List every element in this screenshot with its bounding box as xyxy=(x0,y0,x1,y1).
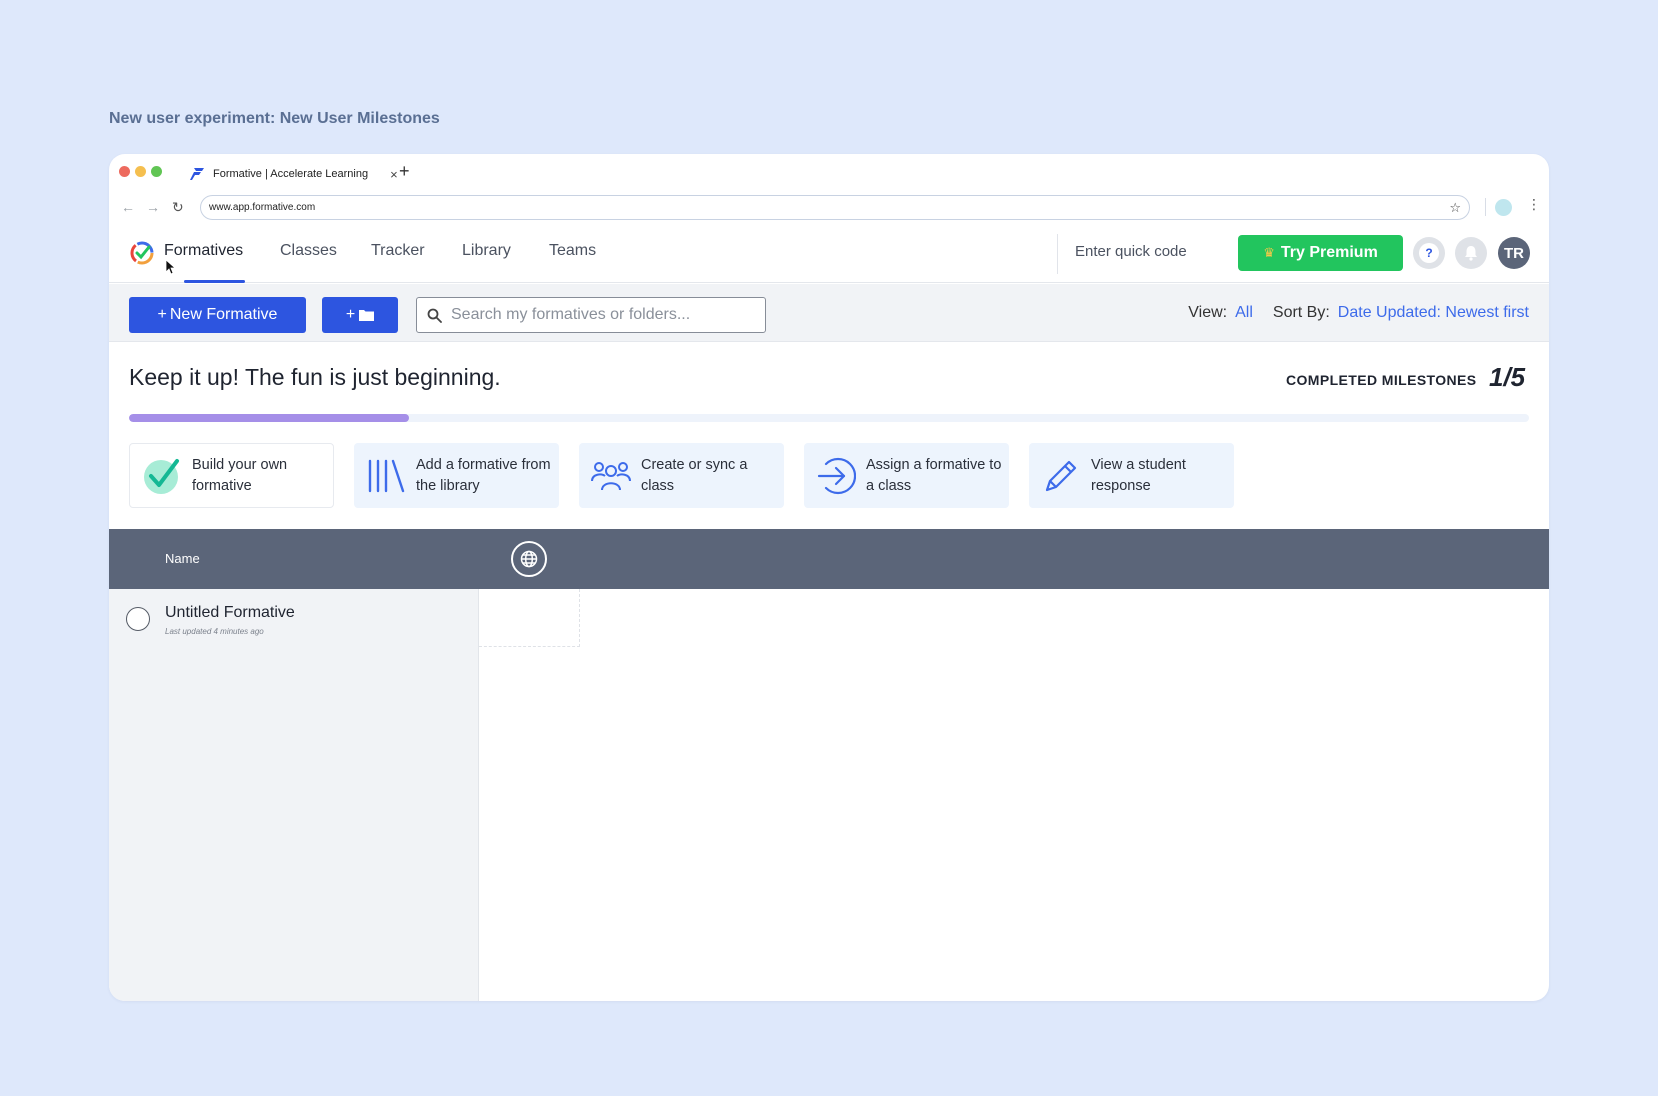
nav-teams[interactable]: Teams xyxy=(549,242,596,260)
users-icon xyxy=(591,456,631,496)
assign-arrow-icon xyxy=(816,456,856,496)
browser-profile-icon[interactable] xyxy=(1495,199,1512,216)
try-premium-button[interactable]: ♛ Try Premium xyxy=(1238,235,1403,271)
new-tab-button[interactable]: + xyxy=(399,161,410,182)
sort-order-link[interactable]: Date Updated: Newest first xyxy=(1338,304,1529,322)
new-formative-button[interactable]: + New Formative xyxy=(129,297,306,333)
close-window-button[interactable] xyxy=(119,166,130,177)
milestone-view-response[interactable]: View a student response xyxy=(1029,443,1234,508)
nav-tracker[interactable]: Tracker xyxy=(371,242,425,260)
url-text: www.app.formative.com xyxy=(209,202,316,213)
milestone-label: Create or sync a class xyxy=(641,456,748,494)
milestones-progress-bar xyxy=(129,414,1529,422)
nav-divider xyxy=(1057,234,1058,274)
milestones-title: Keep it up! The fun is just beginning. xyxy=(129,364,501,390)
library-icon xyxy=(366,456,406,496)
milestones-progress-fill xyxy=(129,414,409,422)
formative-logo-icon[interactable] xyxy=(129,240,155,266)
folder-icon xyxy=(359,310,375,321)
milestones-label: COMPLETED MILESTONES xyxy=(1286,372,1477,388)
crown-icon: ♛ xyxy=(1263,245,1275,260)
maximize-window-button[interactable] xyxy=(151,166,162,177)
help-icon: ? xyxy=(1419,243,1439,263)
formative-name[interactable]: Untitled Formative xyxy=(165,604,295,622)
empty-grid-cell xyxy=(479,589,580,647)
browser-menu-icon[interactable]: ⋮ xyxy=(1527,196,1541,213)
table-header: Name xyxy=(109,529,1549,589)
tab-title: Formative | Accelerate Learning xyxy=(213,168,369,180)
user-avatar[interactable]: TR xyxy=(1498,237,1530,269)
try-premium-label: Try Premium xyxy=(1280,244,1378,261)
experiment-caption: New user experiment: New User Milestones xyxy=(109,110,440,127)
browser-window: Formative | Accelerate Learning × + ← → … xyxy=(109,154,1549,1001)
tab-close-icon[interactable]: × xyxy=(390,167,398,182)
milestones-count: 1/5 xyxy=(1489,362,1526,392)
browser-tab-bar: Formative | Accelerate Learning × + xyxy=(109,154,1549,190)
row-select-radio[interactable] xyxy=(126,607,150,631)
plus-icon: + xyxy=(157,306,167,323)
help-button[interactable]: ? xyxy=(1413,237,1445,269)
minimize-window-button[interactable] xyxy=(135,166,146,177)
quick-code-input[interactable] xyxy=(1075,243,1215,260)
reload-icon[interactable]: ↻ xyxy=(172,199,184,216)
last-updated-text: Last updated 4 minutes ago xyxy=(165,627,264,636)
nav-formatives[interactable]: Formatives xyxy=(164,242,243,260)
formative-list-column: Untitled Formative Last updated 4 minute… xyxy=(109,589,479,1001)
milestone-create-class[interactable]: Create or sync a class xyxy=(579,443,784,508)
view-sort-controls: View: All Sort By: Date Updated: Newest … xyxy=(1188,304,1529,322)
milestone-assign-formative[interactable]: Assign a formative to a class xyxy=(804,443,1009,508)
milestone-label: Build your own formative xyxy=(192,456,288,494)
name-column-header[interactable]: Name xyxy=(165,551,200,566)
search-box xyxy=(416,297,766,333)
pencil-icon xyxy=(1041,456,1081,496)
globe-icon[interactable] xyxy=(511,541,547,577)
browser-tab[interactable]: Formative | Accelerate Learning × xyxy=(189,160,398,188)
nav-classes[interactable]: Classes xyxy=(280,242,337,260)
active-tab-indicator xyxy=(184,280,245,283)
formatives-toolbar: + New Formative + View: All Sort By: Dat… xyxy=(109,284,1549,342)
formative-favicon-icon xyxy=(190,168,204,180)
milestone-label: Assign a formative to a class xyxy=(866,456,1002,494)
new-folder-button[interactable]: + xyxy=(322,297,398,333)
view-label: View: xyxy=(1188,304,1228,321)
milestone-label: View a student response xyxy=(1091,456,1186,494)
forward-arrow-icon[interactable]: → xyxy=(146,199,160,215)
back-arrow-icon[interactable]: ← xyxy=(121,199,135,215)
url-bar[interactable]: www.app.formative.com ☆ xyxy=(200,195,1470,220)
mouse-cursor-icon xyxy=(165,259,175,275)
notifications-button[interactable] xyxy=(1455,237,1487,269)
milestone-add-from-library[interactable]: Add a formative from the library xyxy=(354,443,559,508)
sort-label: Sort By: xyxy=(1272,304,1330,321)
milestone-label: Add a formative from the library xyxy=(416,456,551,494)
search-icon xyxy=(427,308,442,323)
milestone-build-formative[interactable]: Build your own formative xyxy=(129,443,334,508)
plus-icon: + xyxy=(345,306,356,323)
bell-icon xyxy=(1465,246,1477,261)
bookmark-star-icon[interactable]: ☆ xyxy=(1449,200,1461,216)
new-formative-label: New Formative xyxy=(169,306,278,323)
search-input[interactable] xyxy=(451,306,751,324)
milestone-cards: Build your own formative Add a formative… xyxy=(129,443,1234,508)
toolbar-divider xyxy=(1485,198,1486,216)
app-nav: Formatives Classes Tracker Library Teams… xyxy=(109,226,1549,283)
checkmark-icon xyxy=(142,456,182,496)
view-filter-link[interactable]: All xyxy=(1235,304,1253,322)
nav-library[interactable]: Library xyxy=(462,242,511,260)
